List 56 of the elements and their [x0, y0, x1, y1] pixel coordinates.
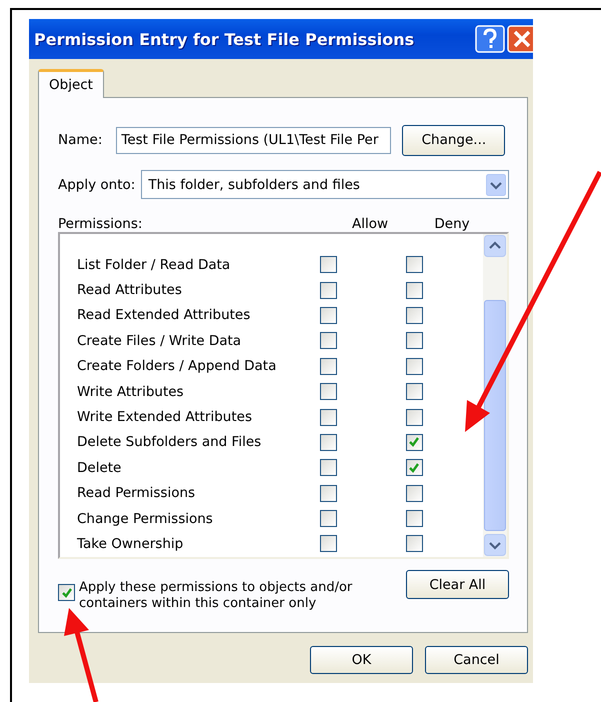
allow-checkbox[interactable]: [320, 434, 336, 451]
ok-button[interactable]: OK: [310, 646, 413, 674]
permission-name: Delete Subfolders and Files: [76, 434, 262, 450]
deny-checkbox[interactable]: [406, 434, 422, 451]
deny-checkbox[interactable]: [406, 535, 422, 552]
name-label: Name:: [58, 132, 102, 148]
allow-checkbox[interactable]: [320, 535, 336, 552]
change-button[interactable]: Change...: [402, 124, 506, 156]
permission-name: Write Attributes: [76, 384, 185, 400]
permission-name: Read Extended Attributes: [76, 307, 252, 324]
help-icon[interactable]: [475, 25, 505, 53]
allow-checkbox[interactable]: [320, 459, 336, 476]
deny-checkbox[interactable]: [406, 459, 422, 476]
window-title: Permission Entry for Test File Permissions: [34, 30, 416, 48]
close-icon[interactable]: [507, 25, 533, 53]
column-header: Allow: [350, 216, 390, 232]
apply-checkbox[interactable]: [58, 584, 75, 601]
allow-checkbox[interactable]: [320, 510, 336, 528]
permission-name: List Folder / Read Data: [76, 256, 232, 273]
tab[interactable]: Object: [38, 69, 104, 98]
apply-onto-label: Apply onto:: [58, 176, 136, 192]
deny-checkbox[interactable]: [406, 408, 422, 426]
deny-checkbox[interactable]: [406, 510, 422, 528]
allow-checkbox[interactable]: [320, 383, 336, 400]
scroll-up-icon[interactable]: [484, 235, 506, 257]
permission-name: Write Extended Attributes: [76, 409, 253, 426]
allow-checkbox[interactable]: [320, 306, 336, 324]
allow-checkbox[interactable]: [320, 282, 336, 299]
allow-checkbox[interactable]: [320, 484, 336, 502]
apply-onto-dropdown[interactable]: This folder, subfolders and files: [141, 170, 509, 199]
name-field[interactable]: Test File Permissions (UL1\Test File Per: [116, 126, 392, 154]
allow-checkbox[interactable]: [320, 332, 336, 350]
permission-name: Change Permissions: [76, 510, 214, 527]
deny-checkbox[interactable]: [406, 282, 422, 299]
scrollbar[interactable]: [483, 234, 507, 557]
deny-checkbox[interactable]: [406, 358, 422, 375]
deny-checkbox[interactable]: [406, 306, 422, 324]
clear-all-button[interactable]: Clear All: [406, 570, 509, 599]
scroll-down-icon[interactable]: [484, 534, 506, 556]
permissions-label: Permissions:: [58, 216, 144, 232]
permission-name: Create Folders / Append Data: [76, 358, 278, 374]
deny-checkbox[interactable]: [406, 256, 422, 274]
allow-checkbox[interactable]: [320, 256, 336, 274]
apply-checkbox-label: Apply these permissions to objects and/or containers within this container only: [79, 580, 354, 612]
permission-name: Read Attributes: [76, 282, 183, 298]
deny-checkbox[interactable]: [406, 383, 422, 400]
allow-checkbox[interactable]: [320, 408, 336, 426]
deny-checkbox[interactable]: [406, 484, 422, 502]
permission-name: Create Files / Write Data: [76, 332, 242, 349]
column-header: Deny: [433, 216, 471, 232]
deny-checkbox[interactable]: [406, 332, 422, 350]
permission-name: Read Permissions: [76, 485, 196, 502]
cancel-button[interactable]: Cancel: [425, 646, 528, 674]
permission-name: Take Ownership: [76, 536, 184, 552]
permission-name: Delete: [76, 460, 122, 476]
allow-checkbox[interactable]: [320, 358, 336, 375]
